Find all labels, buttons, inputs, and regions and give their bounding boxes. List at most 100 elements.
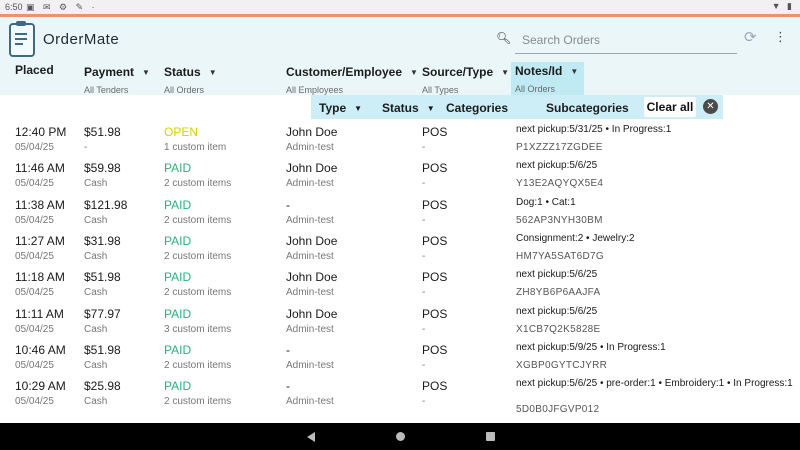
order-date: 05/04/25 xyxy=(15,287,54,298)
column-placed[interactable]: Placed xyxy=(15,63,54,77)
column-customer[interactable]: Customer/Employee ▼ All Employees xyxy=(286,63,418,95)
order-employee: Admin-test xyxy=(286,360,334,371)
order-notes: next pickup:5/6/25 xyxy=(516,160,598,171)
column-title: Payment xyxy=(84,65,135,79)
column-filter-value: All Orders xyxy=(515,84,556,94)
order-source: POS xyxy=(422,270,448,284)
order-items: 2 custom items xyxy=(164,215,232,226)
refresh-icon[interactable]: ⟳ xyxy=(744,28,757,46)
order-date: 05/04/25 xyxy=(15,324,54,335)
status-badge: PAID xyxy=(164,379,192,393)
status-badge: PAID xyxy=(164,161,192,175)
filter-subcategories[interactable]: Subcategories xyxy=(546,101,629,115)
column-title: Source/Type xyxy=(422,65,494,79)
order-row[interactable]: 11:18 AM 05/04/25 $51.98 Cash PAID 2 custom i… xyxy=(0,267,800,303)
search-icon[interactable]: 🔍︎ xyxy=(496,31,511,45)
filter-type[interactable]: Type ▼ xyxy=(319,101,362,115)
order-items: 2 custom items xyxy=(164,178,232,189)
column-source[interactable]: Source/Type ▼ All Types xyxy=(422,63,509,95)
order-source-type: - xyxy=(422,251,426,262)
order-id: X1CB7Q2K5828E xyxy=(516,324,601,335)
chevron-down-icon: ▼ xyxy=(426,104,435,113)
column-notes[interactable]: Notes/Id ▼ All Orders xyxy=(511,62,585,98)
order-date: 05/04/25 xyxy=(15,178,54,189)
order-source: POS xyxy=(422,234,448,248)
recents-icon[interactable] xyxy=(486,432,495,441)
order-row[interactable]: 11:11 AM 05/04/25 $77.97 Cash PAID 3 custom i… xyxy=(0,304,800,340)
column-filter-value: All Tenders xyxy=(84,85,129,95)
order-tender: - xyxy=(84,142,88,153)
order-tender: Cash xyxy=(84,215,108,226)
filter-status[interactable]: Status ▼ xyxy=(382,101,435,115)
order-employee: Admin-test xyxy=(286,287,334,298)
order-tender: Cash xyxy=(84,360,108,371)
close-icon[interactable]: ✕ xyxy=(703,99,718,114)
order-amount: $25.98 xyxy=(84,379,121,393)
order-source-type: - xyxy=(422,178,426,189)
order-source-type: - xyxy=(422,287,426,298)
order-source: POS xyxy=(422,307,448,321)
order-employee: Admin-test xyxy=(286,324,334,335)
order-tender: Cash xyxy=(84,287,108,298)
order-id: 562AP3NYH30BM xyxy=(516,215,603,226)
order-id: ZH8YB6P6AAJFA xyxy=(516,287,601,298)
order-notes: next pickup:5/9/25 • In Progress:1 xyxy=(516,342,666,353)
notification-icons: ▣ ✉ ⚙ ✎ · xyxy=(26,2,98,12)
filter-categories[interactable]: Categories xyxy=(446,101,508,115)
order-notes: Dog:1 • Cat:1 xyxy=(516,197,576,208)
order-customer: - xyxy=(286,343,290,357)
status-badge: PAID xyxy=(164,343,192,357)
column-header-bar: Placed Payment ▼ All Tenders Status ▼ All … xyxy=(0,59,800,98)
order-items: 2 custom items xyxy=(164,360,232,371)
system-nav-bar xyxy=(0,423,800,450)
more-vert-icon[interactable]: ⋮ xyxy=(774,29,787,45)
column-filter-value: All Employees xyxy=(286,85,344,95)
order-amount: $51.98 xyxy=(84,270,121,284)
chevron-down-icon: ▼ xyxy=(410,68,418,77)
order-source: POS xyxy=(422,161,448,175)
status-badge: PAID xyxy=(164,270,192,284)
system-icons: ▼ ▮ xyxy=(771,1,794,11)
column-payment[interactable]: Payment ▼ All Tenders xyxy=(84,63,150,95)
order-notes: Consignment:2 • Jewelry:2 xyxy=(516,233,635,244)
status-badge: OPEN xyxy=(164,125,199,139)
order-items: 1 custom item xyxy=(164,142,227,153)
column-title: Placed xyxy=(15,63,54,77)
order-row[interactable]: 12:40 PM 05/04/25 $51.98 - OPEN 1 custom item… xyxy=(0,122,800,158)
column-status[interactable]: Status ▼ All Orders xyxy=(164,63,217,95)
chevron-down-icon: ▼ xyxy=(354,104,363,113)
order-row[interactable]: 11:46 AM 05/04/25 $59.98 Cash PAID 2 custom i… xyxy=(0,158,800,194)
order-date: 05/04/25 xyxy=(15,215,54,226)
order-source: POS xyxy=(422,125,448,139)
order-row[interactable]: 10:29 AM 05/04/25 $25.98 Cash PAID 2 custom i… xyxy=(0,376,800,415)
order-row[interactable]: 10:46 AM 05/04/25 $51.98 Cash PAID 2 custom i… xyxy=(0,340,800,376)
status-badge: PAID xyxy=(164,198,192,212)
column-title: Notes/Id xyxy=(515,64,563,78)
status-time: 6:50 xyxy=(5,2,23,12)
chevron-down-icon: ▼ xyxy=(570,67,579,76)
order-time: 11:27 AM xyxy=(15,234,65,248)
order-source-type: - xyxy=(422,142,426,153)
clear-all-button[interactable]: Clear all xyxy=(644,97,696,117)
order-amount: $77.97 xyxy=(84,307,121,321)
home-icon[interactable] xyxy=(396,432,405,441)
order-amount: $31.98 xyxy=(84,234,121,248)
order-row[interactable]: 11:27 AM 05/04/25 $31.98 Cash PAID 2 custom i… xyxy=(0,231,800,267)
order-notes: next pickup:5/6/25 xyxy=(516,269,598,280)
order-time: 11:46 AM xyxy=(15,161,65,175)
order-row[interactable]: 11:38 AM 05/04/25 $121.98 Cash PAID 2 custom … xyxy=(0,195,800,231)
back-icon[interactable] xyxy=(307,432,315,442)
status-badge: PAID xyxy=(164,234,192,248)
column-title: Customer/Employee xyxy=(286,65,403,79)
search-input[interactable] xyxy=(515,27,737,54)
chevron-down-icon: ▼ xyxy=(142,68,150,77)
status-badge: PAID xyxy=(164,307,192,321)
order-source-type: - xyxy=(422,324,426,335)
order-employee: Admin-test xyxy=(286,396,334,407)
order-source-type: - xyxy=(422,215,426,226)
order-time: 11:11 AM xyxy=(15,307,64,321)
order-amount: $51.98 xyxy=(84,125,121,139)
order-customer: - xyxy=(286,198,290,212)
order-time: 11:38 AM xyxy=(15,198,65,212)
column-filter-value: All Orders xyxy=(164,85,205,95)
